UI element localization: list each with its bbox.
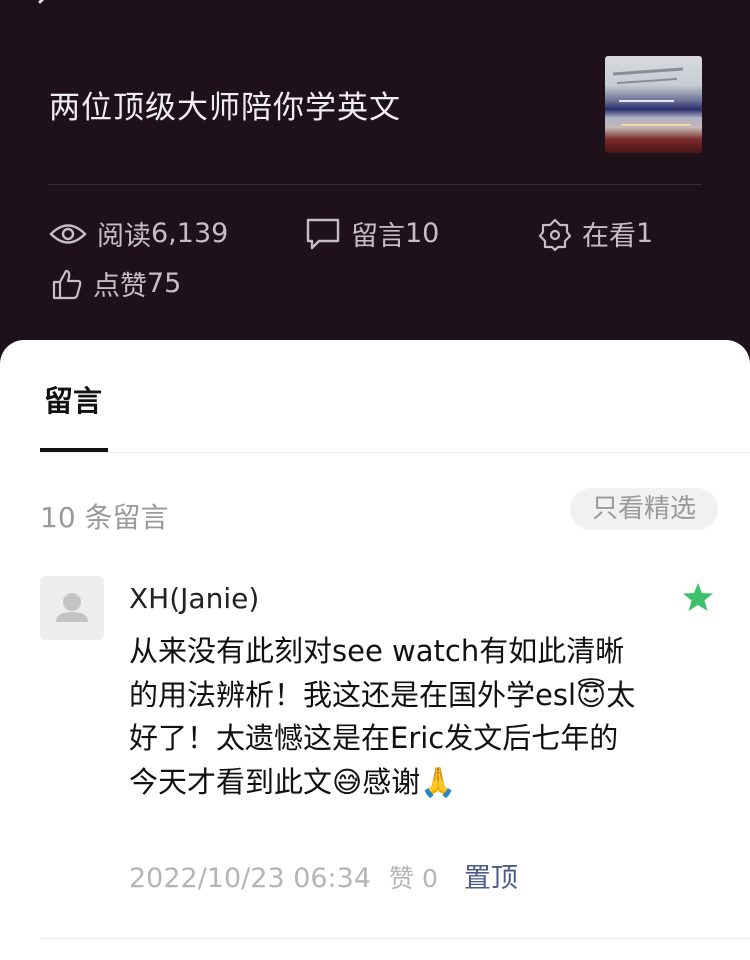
tab-comments[interactable]: 留言 [44, 378, 102, 420]
watch-value: 1 [636, 218, 654, 249]
comment-total: 10 条留言 [40, 501, 169, 534]
comment-bubble-icon [306, 218, 340, 249]
pin-comment-link[interactable]: 置顶 [464, 856, 518, 895]
thumbs-up-icon [52, 269, 82, 299]
comment-author[interactable]: XH(Janie) [129, 582, 259, 615]
watch-flower-icon [538, 218, 572, 251]
featured-only-button[interactable]: 只看精选 [570, 488, 718, 530]
avatar[interactable] [40, 576, 104, 640]
comment-label: 留言 [351, 221, 405, 252]
like-label: 点赞 [93, 271, 147, 302]
comment-count[interactable]: 留言 10 [305, 214, 439, 253]
watch-label: 在看 [582, 221, 636, 252]
avatar-placeholder-icon [56, 593, 88, 622]
watch-count[interactable]: 在看 1 [538, 214, 653, 253]
comment-timestamp: 2022/10/23 06:34 [129, 863, 372, 894]
read-count: 阅读 6,139 [49, 214, 228, 253]
tab-divider [40, 452, 750, 453]
article-title: 两位顶级大师陪你学英文 [49, 90, 401, 126]
back-icon[interactable] [36, 0, 52, 10]
comment-like-button[interactable]: 赞 0 [389, 859, 438, 895]
comment-text: 从来没有此刻对see watch有如此清晰的用法辨析！我这还是在国外学esl😇太… [129, 634, 636, 799]
article-header: 两位顶级大师陪你学英文 阅读 6,139 留言 10 在看 1 点赞 75 [0, 0, 750, 360]
comments-sheet: 留言 10 条留言 只看精选 XH(Janie) 从来没有此刻对see watc… [0, 340, 750, 960]
read-value: 6,139 [151, 218, 229, 249]
star-icon [683, 583, 713, 611]
comment-value: 10 [405, 218, 440, 249]
article-thumbnail[interactable] [605, 56, 702, 153]
eye-icon [49, 223, 87, 244]
like-count[interactable]: 点赞 75 [51, 264, 181, 303]
comment-meta: 2022/10/23 06:34 赞 0 置顶 [129, 856, 518, 895]
header-divider [48, 184, 702, 185]
read-label: 阅读 [97, 221, 151, 252]
like-value: 75 [147, 268, 182, 299]
